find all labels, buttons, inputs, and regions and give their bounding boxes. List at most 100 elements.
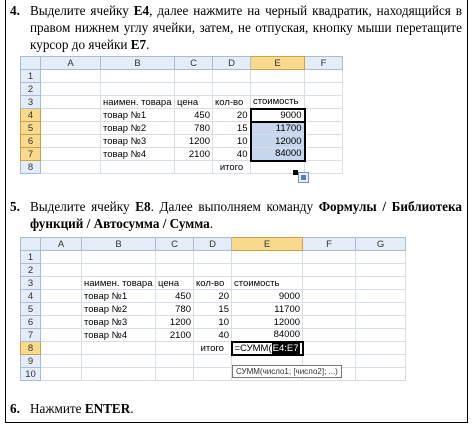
- cell[interactable]: [212, 82, 251, 96]
- row-header-2[interactable]: 2: [20, 263, 41, 277]
- cell[interactable]: [355, 289, 407, 303]
- autofill-options-icon[interactable]: [298, 172, 309, 183]
- cell[interactable]: [302, 289, 357, 303]
- row-header-7[interactable]: 7: [20, 328, 41, 342]
- cell[interactable]: [355, 328, 407, 342]
- cell[interactable]: [155, 367, 194, 381]
- cell[interactable]: [40, 302, 82, 316]
- cell[interactable]: [193, 354, 232, 368]
- row-header-3[interactable]: 3: [20, 95, 41, 109]
- cell[interactable]: [40, 289, 82, 303]
- cell[interactable]: [193, 250, 232, 264]
- qty-cell[interactable]: 10: [212, 134, 251, 148]
- row-header-1[interactable]: 1: [20, 69, 41, 83]
- cell[interactable]: [40, 160, 101, 174]
- row-header-5[interactable]: 5: [20, 302, 41, 316]
- name-cell[interactable]: товар №4: [81, 328, 156, 342]
- price-cell[interactable]: 450: [174, 108, 213, 122]
- cell[interactable]: [40, 121, 101, 135]
- qty-cell[interactable]: 40: [212, 147, 251, 161]
- cell[interactable]: [304, 95, 343, 109]
- cell[interactable]: [81, 341, 156, 355]
- cell[interactable]: [355, 302, 407, 316]
- cell[interactable]: [40, 354, 82, 368]
- row-header-10[interactable]: 10: [20, 367, 41, 381]
- cost-cell-e5[interactable]: 11700: [230, 302, 304, 316]
- formula-cell-e8[interactable]: =СУММ(E4:E7: [230, 340, 304, 356]
- corner-cell[interactable]: [20, 56, 41, 70]
- total-label-cell[interactable]: итого: [193, 341, 232, 355]
- cell[interactable]: [155, 354, 194, 368]
- cost-cell-e6[interactable]: 12000: [230, 315, 304, 329]
- row-header-6[interactable]: 6: [20, 134, 41, 148]
- row-header-8[interactable]: 8: [20, 341, 41, 355]
- name-cell[interactable]: товар №4: [100, 147, 175, 161]
- col-header-a[interactable]: A: [40, 237, 82, 251]
- qty-cell[interactable]: 40: [193, 328, 232, 342]
- cell[interactable]: [174, 160, 213, 174]
- row-header-4[interactable]: 4: [20, 289, 41, 303]
- price-cell[interactable]: 780: [155, 302, 194, 316]
- cell[interactable]: [40, 341, 82, 355]
- col-header-f[interactable]: F: [302, 237, 357, 251]
- col-header-b[interactable]: B: [81, 237, 156, 251]
- row-header-3[interactable]: 3: [20, 276, 41, 290]
- cell[interactable]: [40, 108, 101, 122]
- cost-cell-e4[interactable]: 9000: [249, 107, 306, 123]
- col-header-g[interactable]: G: [355, 237, 407, 251]
- corner-cell[interactable]: [20, 237, 41, 251]
- cell[interactable]: [304, 82, 343, 96]
- cell[interactable]: [304, 147, 343, 161]
- cell[interactable]: [302, 315, 357, 329]
- price-cell[interactable]: 1200: [174, 134, 213, 148]
- cell[interactable]: [155, 250, 194, 264]
- cell[interactable]: [40, 147, 101, 161]
- col-header-c[interactable]: C: [155, 237, 194, 251]
- cell[interactable]: [355, 263, 407, 277]
- cell[interactable]: [193, 263, 232, 277]
- col-header-b[interactable]: B: [100, 56, 175, 70]
- qty-cell[interactable]: 20: [212, 108, 251, 122]
- cell[interactable]: [40, 276, 82, 290]
- cell[interactable]: [355, 354, 407, 368]
- header-cost-cell[interactable]: стоимость: [230, 276, 304, 290]
- cell[interactable]: [100, 69, 175, 83]
- col-header-c[interactable]: C: [174, 56, 213, 70]
- cost-cell-e4[interactable]: 9000: [230, 289, 304, 303]
- header-qty-cell[interactable]: кол-во: [193, 276, 232, 290]
- cell[interactable]: [304, 108, 343, 122]
- cell[interactable]: [355, 276, 407, 290]
- cell[interactable]: [100, 160, 175, 174]
- row-header-1[interactable]: 1: [20, 250, 41, 264]
- name-cell[interactable]: товар №3: [81, 315, 156, 329]
- cost-cell-e7[interactable]: 84000: [230, 328, 304, 342]
- cost-cell-e5[interactable]: 11700: [249, 121, 306, 135]
- cell[interactable]: [40, 82, 101, 96]
- row-header-5[interactable]: 5: [20, 121, 41, 135]
- name-cell[interactable]: товар №1: [81, 289, 156, 303]
- row-header-7[interactable]: 7: [20, 147, 41, 161]
- cell[interactable]: [302, 328, 357, 342]
- cell[interactable]: [230, 263, 304, 277]
- cell[interactable]: [355, 315, 407, 329]
- cell[interactable]: [81, 367, 156, 381]
- cell[interactable]: [250, 69, 305, 83]
- qty-cell[interactable]: 20: [193, 289, 232, 303]
- row-header-2[interactable]: 2: [20, 82, 41, 96]
- cell[interactable]: [81, 250, 156, 264]
- qty-cell[interactable]: 15: [193, 302, 232, 316]
- name-cell[interactable]: товар №2: [81, 302, 156, 316]
- cell[interactable]: [40, 263, 82, 277]
- cell[interactable]: [304, 121, 343, 135]
- col-header-d[interactable]: D: [212, 56, 251, 70]
- cell[interactable]: [100, 82, 175, 96]
- price-cell[interactable]: 450: [155, 289, 194, 303]
- price-cell[interactable]: 780: [174, 121, 213, 135]
- cell[interactable]: [355, 250, 407, 264]
- name-cell[interactable]: товар №2: [100, 121, 175, 135]
- header-price-cell[interactable]: цена: [155, 276, 194, 290]
- cell[interactable]: [174, 82, 213, 96]
- cell[interactable]: [230, 250, 304, 264]
- row-header-6[interactable]: 6: [20, 315, 41, 329]
- row-header-4[interactable]: 4: [20, 108, 41, 122]
